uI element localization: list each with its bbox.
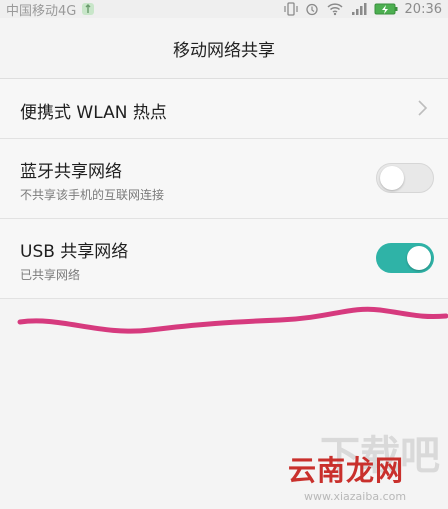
watermark-logo-text: 云南龙网 bbox=[288, 454, 405, 487]
bluetooth-tethering-status: 不共享该手机的互联网连接 bbox=[20, 188, 165, 202]
watermark-url: www.xiazaiba.com bbox=[304, 490, 407, 503]
alarm-icon bbox=[305, 2, 319, 16]
wlan-hotspot-label: 便携式 WLAN 热点 bbox=[20, 103, 167, 123]
page-title-bar: 移动网络共享 bbox=[0, 18, 448, 79]
usb-tethering-item[interactable]: USB 共享网络 已共享网络 bbox=[0, 219, 448, 299]
page-title: 移动网络共享 bbox=[173, 40, 275, 61]
status-bar: 中国移动4G 20:36 bbox=[0, 0, 448, 19]
usb-tethering-toggle[interactable] bbox=[376, 243, 434, 273]
usb-tethering-status: 已共享网络 bbox=[20, 268, 81, 282]
chevron-right-icon bbox=[416, 97, 430, 119]
bluetooth-tethering-toggle[interactable] bbox=[376, 163, 434, 193]
toggle-knob bbox=[380, 166, 404, 190]
settings-list: 便携式 WLAN 热点 蓝牙共享网络 不共享该手机的互联网连接 USB 共享网络… bbox=[0, 79, 448, 299]
vibrate-icon bbox=[283, 2, 298, 16]
carrier-label: 中国移动4G bbox=[6, 3, 77, 19]
bluetooth-tethering-item[interactable]: 蓝牙共享网络 不共享该手机的互联网连接 bbox=[0, 139, 448, 219]
annotation-underline bbox=[17, 306, 448, 334]
clock: 20:36 bbox=[404, 1, 442, 17]
battery-charging-icon bbox=[374, 2, 398, 16]
wifi-icon bbox=[326, 2, 344, 16]
wlan-hotspot-item[interactable]: 便携式 WLAN 热点 bbox=[0, 79, 448, 139]
watermark: 下载吧 云南龙网 www.xiazaiba.com bbox=[280, 423, 440, 503]
signal-icon bbox=[351, 2, 367, 16]
usb-icon bbox=[81, 2, 95, 16]
bluetooth-tethering-label: 蓝牙共享网络 bbox=[20, 162, 122, 182]
usb-tethering-label: USB 共享网络 bbox=[20, 242, 129, 262]
toggle-knob bbox=[407, 246, 431, 270]
